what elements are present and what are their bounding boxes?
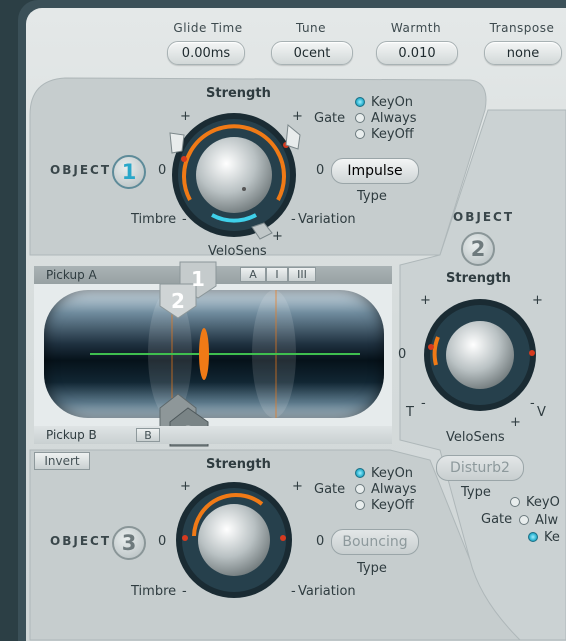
object2-strength-label: Strength — [446, 271, 511, 286]
object3-variation-label: Variation — [298, 584, 356, 599]
object1-strength-knob[interactable] — [160, 105, 310, 250]
object2-gate-label: Gate — [481, 512, 513, 527]
pickup-mode-buttons: A I III — [240, 267, 316, 282]
pickup-marker-2: 2 — [171, 289, 185, 313]
object1-number-button[interactable]: 1 — [112, 155, 146, 189]
pickup-b-button[interactable]: B — [136, 428, 160, 442]
object3-gate-keyon[interactable]: KeyOn — [355, 465, 417, 481]
pickup-a-label: Pickup A — [46, 268, 97, 282]
object3-zero-right: 0 — [316, 534, 325, 549]
object1-gate-radio-group: KeyOn Always KeyOff — [355, 94, 417, 142]
radio-off-icon — [519, 515, 529, 525]
object2-type-label: Type — [461, 485, 491, 500]
object1-strength-label: Strength — [206, 86, 271, 101]
object1-type-selector[interactable]: Impulse — [331, 158, 419, 184]
object1-gate-always[interactable]: Always — [355, 110, 417, 126]
radio-on-icon — [528, 532, 538, 542]
object2-gate-radio-group-3: Ke — [528, 529, 560, 545]
pickup-markers-top[interactable]: 1 2 — [156, 260, 236, 320]
object2-zero-left: 0 — [398, 347, 407, 362]
object3-zero-left: 0 — [158, 534, 167, 549]
radio-off-icon — [510, 497, 520, 507]
object1-gate-keyoff[interactable]: KeyOff — [355, 126, 417, 142]
pickup-marker-1: 1 — [191, 267, 205, 291]
object3-gate-radio-group: KeyOn Always KeyOff — [355, 465, 417, 513]
radio-off-icon — [355, 500, 365, 510]
mode-button-iii[interactable]: III — [288, 267, 316, 282]
object2-gate-radio-group-2: Alw — [519, 512, 558, 528]
object2-strength-knob[interactable] — [410, 295, 550, 425]
object3-strength-label: Strength — [206, 457, 271, 472]
radio-on-icon — [355, 97, 365, 107]
radio-off-icon — [355, 113, 365, 123]
pickup-b-label: Pickup B — [46, 428, 97, 442]
object1-gate-label: Gate — [314, 111, 346, 126]
object2-gate-radio-group: KeyO — [510, 494, 560, 510]
object2-velosens-label: VeloSens — [446, 430, 505, 445]
object1-label: OBJECT — [50, 163, 112, 177]
radio-off-icon — [355, 129, 365, 139]
invert-button[interactable]: Invert — [34, 452, 90, 470]
mode-button-a[interactable]: A — [240, 267, 266, 282]
object2-gate-always[interactable]: Alw — [519, 512, 558, 528]
object3-number-button[interactable]: 3 — [112, 526, 146, 560]
object3-type-label: Type — [357, 561, 387, 576]
object2-gate-selected[interactable]: Ke — [528, 529, 560, 545]
object3-strength-knob[interactable] — [170, 476, 300, 606]
radio-off-icon — [355, 484, 365, 494]
pickup-b-strip: Pickup B — [34, 426, 392, 444]
synth-panel: Glide Time 0.00ms Tune 0cent Warmth 0.01… — [0, 0, 566, 641]
object2-type-selector[interactable]: Disturb2 — [436, 455, 524, 481]
object3-gate-always[interactable]: Always — [355, 481, 417, 497]
object3-label: OBJECT — [50, 534, 112, 548]
object2-number-button[interactable]: 2 — [461, 232, 495, 266]
mode-button-i[interactable]: I — [266, 267, 288, 282]
object3-type-selector[interactable]: Bouncing — [331, 529, 419, 555]
object1-gate-keyon[interactable]: KeyOn — [355, 94, 417, 110]
object3-gate-label: Gate — [314, 482, 346, 497]
object1-type-label: Type — [357, 189, 387, 204]
radio-on-icon — [355, 468, 365, 478]
object3-gate-keyoff[interactable]: KeyOff — [355, 497, 417, 513]
object1-position-marker[interactable] — [199, 328, 209, 380]
object2-label: OBJECT — [453, 210, 515, 224]
object1-zero-right: 0 — [316, 163, 325, 178]
object2-gate-keyon[interactable]: KeyO — [510, 494, 560, 510]
